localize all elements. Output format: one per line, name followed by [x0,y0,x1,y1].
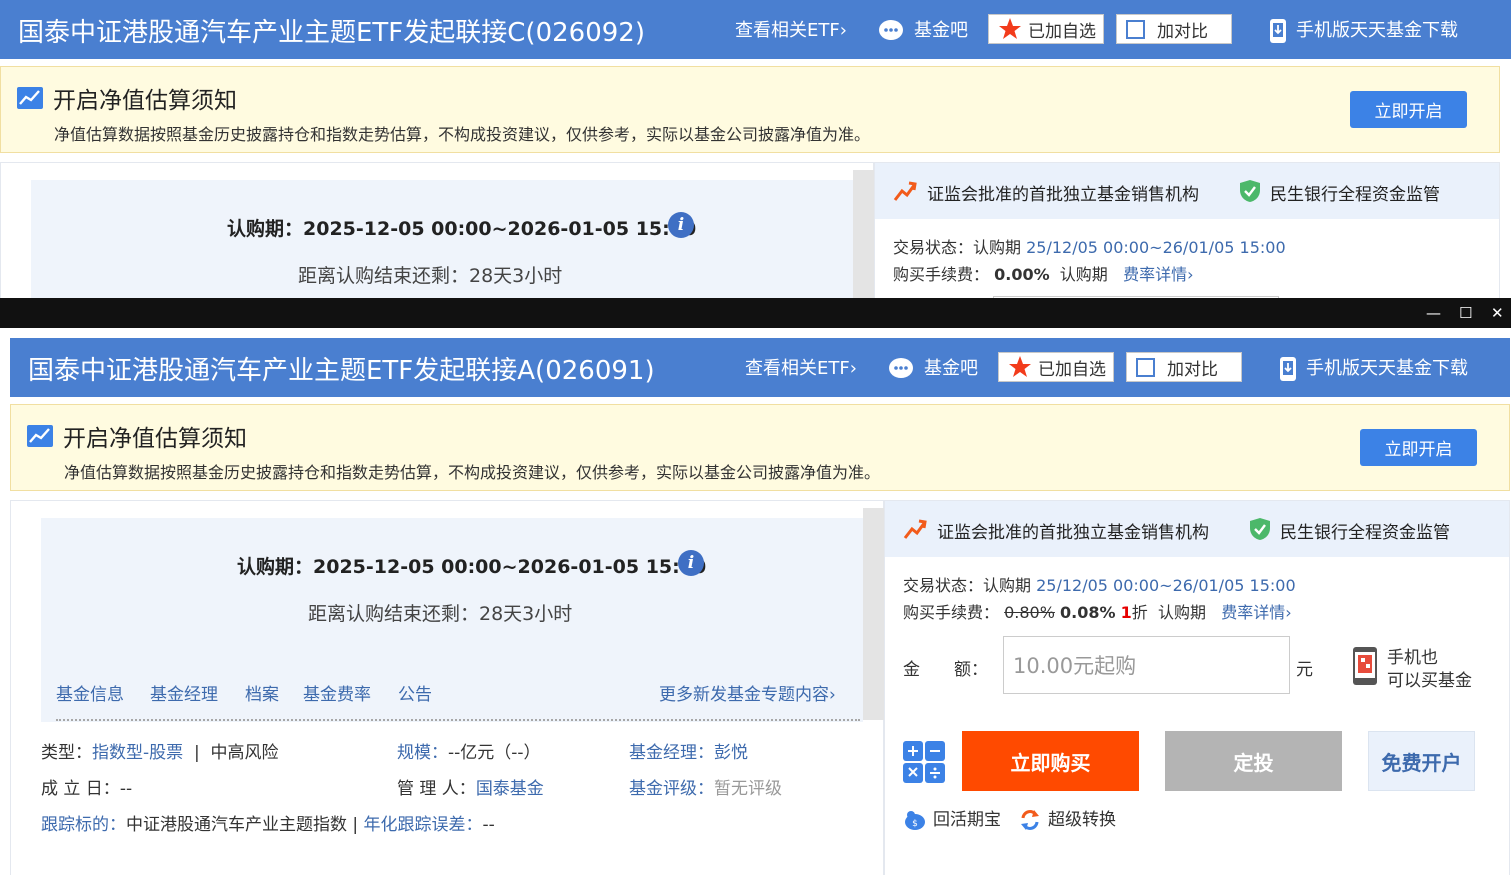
compare-button[interactable]: 加对比 [1116,14,1232,44]
subscription-card: 认购期：2025-12-05 00:00~2026-01-05 15:00 i … [31,180,853,298]
favorited-button[interactable]: 已加自选 [998,352,1114,382]
phone-download-icon [1280,357,1296,381]
phone-download-icon [1270,19,1286,43]
notice-title: 开启净值估算须知 [53,88,237,114]
subscription-card: 认购期：2025-12-05 00:00~2026-01-05 15:00 i … [41,518,863,722]
amount-label: 金 额： [903,660,988,680]
favorited-button[interactable]: 已加自选 [988,14,1104,44]
enable-estimate-button[interactable]: 立即开启 [1360,429,1477,466]
info-icon[interactable]: i [668,212,694,238]
manager-link[interactable]: 彭悦 [714,743,748,763]
purchase-fee: 购买手续费： 0.00% 认购期 费率详情› [893,265,1194,284]
shield-icon [1240,180,1260,202]
trade-status: 交易状态：认购期 25/12/05 00:00~26/01/05 15:00 [893,238,1286,257]
fund-header: 国泰中证港股通汽车产业主题ETF发起联接C(026092) 查看相关ETF› 基… [0,0,1511,59]
notice-description: 净值估算数据按照基金历史披露持仓和指数走势估算，不构成投资建议，仅供参考，实际以… [64,463,881,482]
nav-estimate-notice: 开启净值估算须知 净值估算数据按照基金历史披露持仓和指数走势估算，不构成投资建议… [10,404,1510,491]
fund-bar-link[interactable]: 基金吧 [878,16,968,43]
tab-fund-info[interactable]: 基金信息 [56,680,124,705]
tab-archive[interactable]: 档案 [245,680,279,705]
fund-bar-link[interactable]: 基金吧 [888,354,978,381]
huoqibao-link[interactable]: $ 回活期宝 [903,805,1001,831]
mobile-download-link[interactable]: 手机版天天基金下载 [1268,16,1458,44]
compare-button[interactable]: 加对比 [1126,352,1242,382]
trend-chart-icon [17,87,43,109]
tab-fund-manager[interactable]: 基金经理 [150,680,218,705]
related-etf-link[interactable]: 查看相关ETF› [745,354,857,380]
info-icon[interactable]: i [678,550,704,576]
related-etf-link[interactable]: 查看相关ETF› [735,16,847,42]
buy-now-button[interactable]: 立即购买 [962,731,1139,791]
fund-title: 国泰中证港股通汽车产业主题ETF发起联接A(026091) [28,356,655,386]
open-account-button[interactable]: 免费开户 [1368,731,1475,791]
csrc-text: 证监会批准的首批独立基金销售机构 [927,185,1199,205]
fund-scale: 规模：--亿元（--） [397,743,541,763]
star-icon [999,18,1021,39]
right-panel: 证监会批准的首批独立基金销售机构 民生银行全程资金监管 交易状态：认购期 25/… [874,162,1500,298]
enable-estimate-button[interactable]: 立即开启 [1350,91,1467,128]
notice-title: 开启净值估算须知 [63,426,247,452]
bank-supervision-text: 民生银行全程资金监管 [1280,523,1450,543]
rising-chart-icon [903,519,927,539]
tracking-target: 跟踪标的：中证港股通汽车产业主题指数 | 年化跟踪误差：-- [41,815,495,835]
mobile-tip-line-2: 可以买基金 [1387,671,1472,691]
amount-unit: 元 [1296,660,1313,680]
qr-phone-icon [1353,647,1377,685]
fund-type: 类型：指数型-股票 | 中高风险 [41,743,279,763]
maximize-button[interactable]: ☐ [1459,304,1472,322]
star-icon [1009,356,1031,377]
nav-estimate-notice: 开启净值估算须知 净值估算数据按照基金历史披露持仓和指数走势估算，不构成投资建议… [0,66,1500,153]
minimize-button[interactable]: — [1426,304,1441,322]
fund-window-c: 国泰中证港股通汽车产业主题ETF发起联接C(026092) 查看相关ETF› 基… [0,0,1511,298]
rising-chart-icon [893,181,917,201]
svg-text:$: $ [912,819,918,829]
right-panel: 证监会批准的首批独立基金销售机构 民生银行全程资金监管 交易状态：认购期 25/… [884,500,1510,875]
bank-supervision-text: 民生银行全程资金监管 [1270,185,1440,205]
fund-title: 国泰中证港股通汽车产业主题ETF发起联接C(026092) [18,18,645,48]
fund-rating: 基金评级：暂无评级 [629,779,782,799]
calculator-icon[interactable] [903,741,945,783]
panel-shadow [863,508,884,720]
divider [56,719,860,721]
tab-fund-fees[interactable]: 基金费率 [303,680,371,705]
auto-invest-button[interactable]: 定投 [1165,731,1342,791]
chat-bubble-icon [889,358,913,378]
trust-bar: 证监会批准的首批独立基金销售机构 民生银行全程资金监管 [885,501,1509,557]
fund-header: 国泰中证港股通汽车产业主题ETF发起联接A(026091) 查看相关ETF› 基… [10,338,1510,397]
notice-description: 净值估算数据按照基金历史披露持仓和指数走势估算，不构成投资建议，仅供参考，实际以… [54,125,871,144]
fee-detail-link[interactable]: 费率详情› [1123,265,1193,284]
convert-arrows-icon [1021,810,1039,830]
window-titlebar: — ☐ ✕ [0,298,1511,328]
checkbox-icon [1126,19,1145,39]
shield-icon [1250,518,1270,540]
subscription-period: 认购期：2025-12-05 00:00~2026-01-05 15:00 [237,556,707,578]
trust-bar: 证监会批准的首批独立基金销售机构 民生银行全程资金监管 [875,163,1499,219]
checkbox-icon [1136,357,1155,377]
mobile-download-link[interactable]: 手机版天天基金下载 [1278,354,1468,382]
fund-type-link[interactable]: 指数型-股票 [92,743,183,763]
setup-date: 成 立 日：-- [41,779,133,799]
chat-bubble-icon [879,20,903,40]
subscription-period: 认购期：2025-12-05 00:00~2026-01-05 15:00 [227,218,697,240]
time-remaining: 距离认购结束还剩：28天3小时 [298,265,563,287]
super-convert-link[interactable]: 超级转换 [1019,805,1116,831]
more-new-funds-link[interactable]: 更多新发基金专题内容› [659,680,836,705]
fund-admin: 管 理 人：国泰基金 [397,779,544,799]
fee-detail-link[interactable]: 费率详情› [1221,603,1291,622]
close-button[interactable]: ✕ [1491,304,1504,322]
time-remaining: 距离认购结束还剩：28天3小时 [308,603,573,625]
mobile-tip-line-1: 手机也 [1387,648,1438,668]
fund-manager: 基金经理：彭悦 [629,743,748,763]
purchase-fee: 购买手续费： 0.80% 0.08% 1折 认购期 费率详情› [903,603,1292,622]
tab-announcements[interactable]: 公告 [398,680,432,705]
piggy-bank-icon: $ [905,811,925,830]
csrc-text: 证监会批准的首批独立基金销售机构 [937,523,1209,543]
panel-shadow [853,170,874,298]
amount-input[interactable]: 10.00元起购 [1003,636,1290,694]
trend-chart-icon [27,425,53,447]
fund-window-a: 国泰中证港股通汽车产业主题ETF发起联接A(026091) 查看相关ETF› 基… [0,328,1511,875]
admin-link[interactable]: 国泰基金 [476,779,544,799]
trade-status: 交易状态：认购期 25/12/05 00:00~26/01/05 15:00 [903,576,1296,595]
